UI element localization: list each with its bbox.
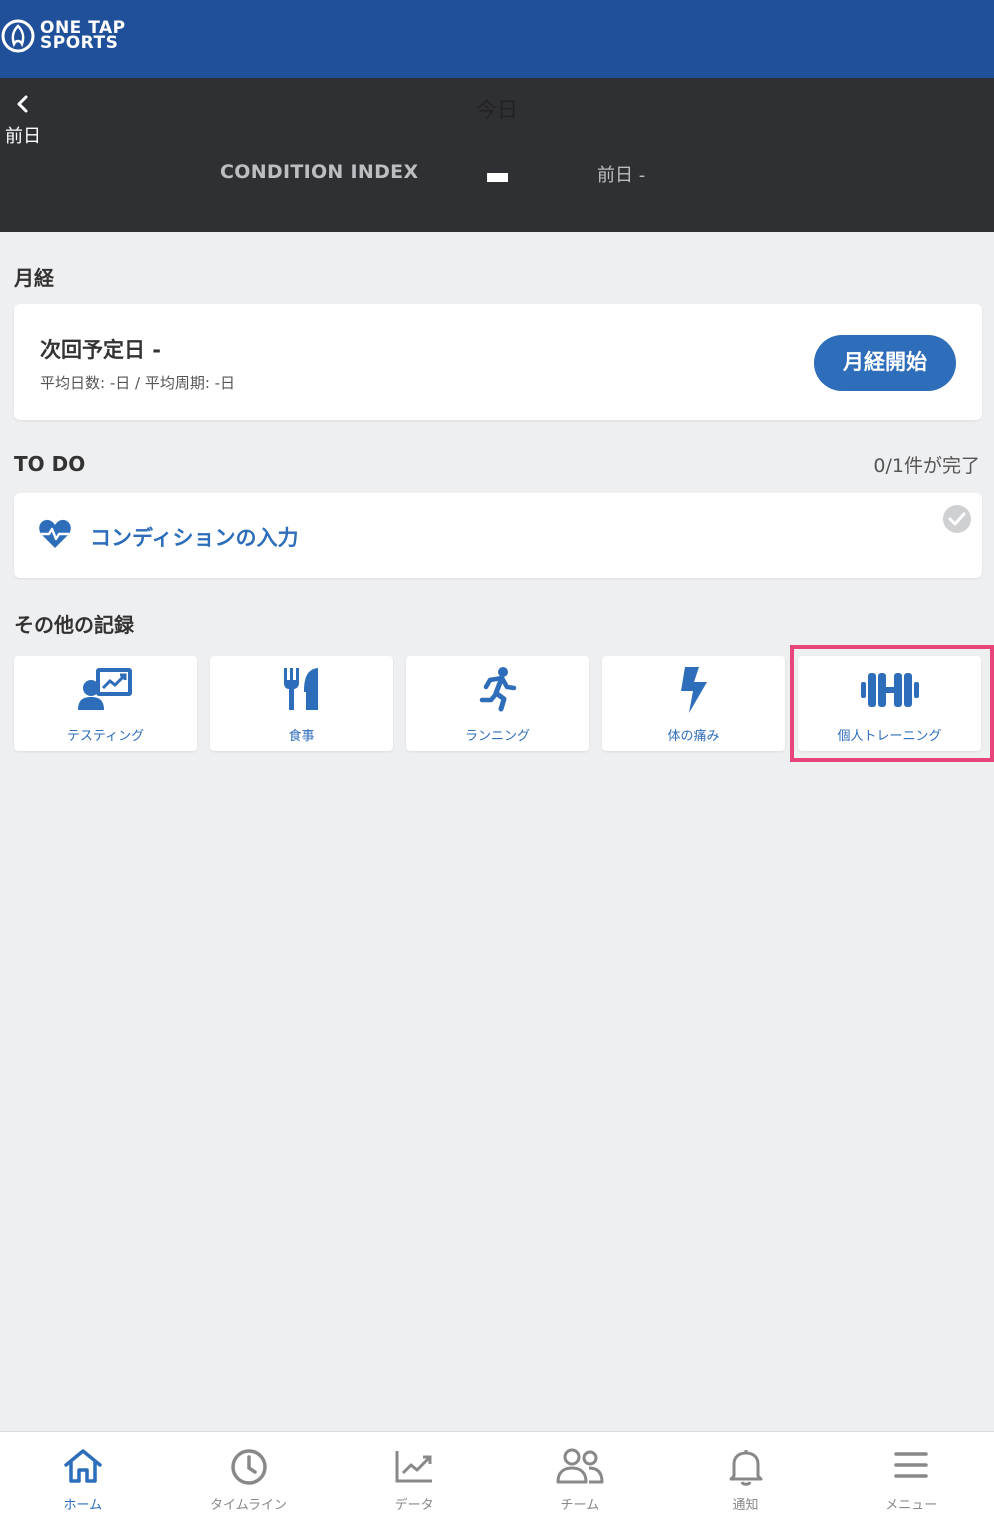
todo-progress: 0/1件が完了 bbox=[873, 455, 980, 477]
menstruation-section-title: 月経 bbox=[14, 266, 54, 290]
home-icon bbox=[64, 1449, 102, 1483]
dumbbell-icon bbox=[860, 673, 919, 707]
nav-timeline[interactable]: タイムライン bbox=[166, 1432, 332, 1536]
team-icon bbox=[556, 1448, 604, 1484]
utensils-icon bbox=[283, 668, 318, 710]
condition-index-value bbox=[487, 173, 508, 182]
tile-label: 体の痛み bbox=[667, 729, 720, 744]
check-circle-icon bbox=[943, 505, 971, 533]
previous-day-label: 前日 bbox=[5, 126, 41, 147]
tile-label: ランニング bbox=[464, 729, 530, 744]
app-logo: ONE TAP SPORTS bbox=[0, 18, 126, 54]
nav-label: メニュー bbox=[885, 1498, 938, 1513]
bottom-navigation: ホーム タイムライン データ チーム 通知 メニュー bbox=[0, 1431, 994, 1536]
nav-team[interactable]: チーム bbox=[497, 1432, 663, 1536]
personal-training-tile[interactable]: 個人トレーニング bbox=[798, 656, 981, 751]
clock-icon bbox=[230, 1449, 267, 1485]
tile-label: テスティング bbox=[66, 729, 145, 744]
meal-tile[interactable]: 食事 bbox=[210, 656, 393, 751]
heart-pulse-icon bbox=[39, 519, 71, 548]
other-records-section-title: その他の記録 bbox=[14, 613, 134, 637]
todo-item-condition-input[interactable]: コンディションの入力 bbox=[14, 493, 982, 578]
running-icon bbox=[479, 667, 516, 712]
app-header: ONE TAP SPORTS bbox=[0, 0, 994, 78]
nav-label: データ bbox=[394, 1498, 434, 1513]
body-pain-tile[interactable]: 体の痛み bbox=[602, 656, 785, 751]
previous-day-condition: 前日 - bbox=[597, 165, 646, 186]
todo-section-title: TO DO bbox=[14, 452, 86, 476]
start-period-button[interactable]: 月経開始 bbox=[814, 335, 956, 391]
next-period-date: 次回予定日 - bbox=[40, 338, 162, 362]
nav-label: 通知 bbox=[732, 1498, 759, 1513]
tile-label: 食事 bbox=[288, 729, 315, 744]
logo-mark-icon bbox=[1, 19, 35, 53]
testing-icon bbox=[77, 668, 132, 710]
nav-label: ホーム bbox=[63, 1498, 103, 1513]
tile-label: 個人トレーニング bbox=[837, 729, 942, 744]
bell-icon bbox=[729, 1450, 763, 1486]
testing-tile[interactable]: テスティング bbox=[14, 656, 197, 751]
nav-notifications[interactable]: 通知 bbox=[663, 1432, 829, 1536]
bolt-icon bbox=[680, 667, 707, 713]
condition-index-label: CONDITION INDEX bbox=[220, 161, 419, 183]
running-tile[interactable]: ランニング bbox=[406, 656, 589, 751]
nav-label: チーム bbox=[560, 1498, 600, 1513]
logo-text-line2: SPORTS bbox=[40, 33, 119, 53]
menstruation-card: 次回予定日 - 平均日数: -日 / 平均周期: -日 月経開始 bbox=[14, 304, 982, 420]
nav-home[interactable]: ホーム bbox=[0, 1432, 166, 1536]
cycle-info: 平均日数: -日 / 平均周期: -日 bbox=[40, 374, 236, 392]
nav-data[interactable]: データ bbox=[331, 1432, 497, 1536]
current-date-title: 今日 bbox=[476, 98, 518, 122]
menu-icon bbox=[894, 1452, 928, 1478]
nav-label: タイムライン bbox=[209, 1498, 288, 1513]
todo-item-label: コンディションの入力 bbox=[90, 526, 299, 550]
nav-menu[interactable]: メニュー bbox=[828, 1432, 994, 1536]
chart-icon bbox=[395, 1451, 433, 1483]
